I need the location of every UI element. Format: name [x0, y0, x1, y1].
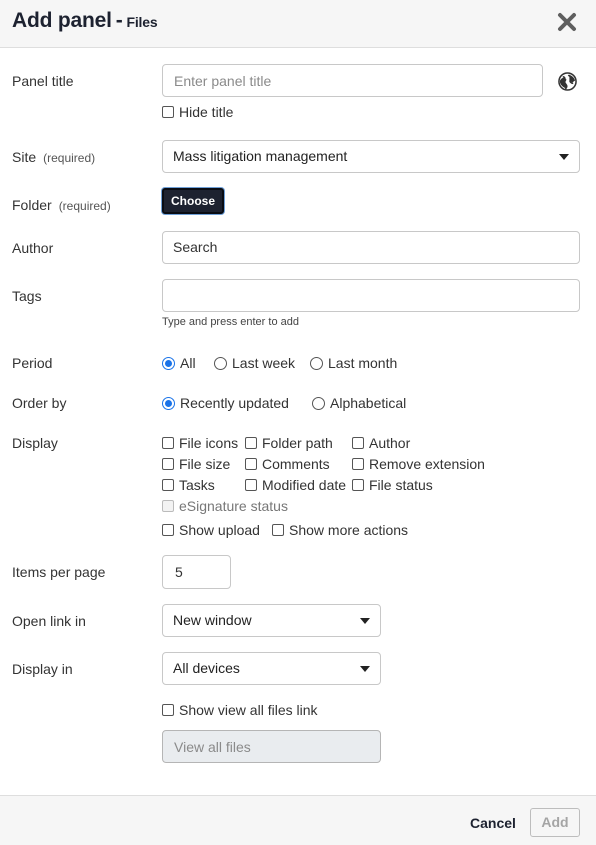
- open-link-in-value: New window: [173, 612, 252, 628]
- dialog-subtitle: Files: [126, 14, 158, 30]
- add-button[interactable]: Add: [530, 808, 580, 837]
- panel-title-label: Panel title: [12, 73, 74, 89]
- display-option-label: File size: [179, 456, 231, 472]
- hide-title-label: Hide title: [179, 104, 234, 120]
- display-esignature-status-checkbox: eSignature status: [162, 498, 288, 514]
- show-view-all-files-label: Show view all files link: [179, 702, 318, 718]
- order-recently-updated-radio[interactable]: Recently updated: [162, 395, 289, 411]
- title-separator: -: [115, 9, 123, 32]
- panel-title-input[interactable]: [162, 64, 543, 97]
- radio-dot[interactable]: [162, 396, 175, 410]
- display-tasks-checkbox[interactable]: Tasks: [162, 477, 215, 493]
- dialog-title: Add panel - Files: [12, 9, 158, 33]
- checkbox-box[interactable]: [162, 106, 174, 118]
- order-alphabetical-radio[interactable]: Alphabetical: [312, 395, 406, 411]
- checkbox-box[interactable]: [245, 437, 257, 449]
- checkbox-box[interactable]: [162, 437, 174, 449]
- display-author-checkbox[interactable]: Author: [352, 435, 410, 451]
- open-link-in-select[interactable]: New window: [162, 604, 381, 637]
- chevron-down-icon: [360, 666, 370, 672]
- display-file-icons-checkbox[interactable]: File icons: [162, 435, 238, 451]
- checkbox-box[interactable]: [352, 458, 364, 470]
- period-all-radio[interactable]: All: [162, 355, 196, 371]
- tags-hint: Type and press enter to add: [162, 316, 299, 328]
- chevron-down-icon: [360, 618, 370, 624]
- hide-title-checkbox[interactable]: Hide title: [162, 104, 233, 120]
- display-option-label: Tasks: [179, 477, 215, 493]
- display-option-label: Author: [369, 435, 411, 451]
- display-comments-checkbox[interactable]: Comments: [245, 456, 330, 472]
- display-option-label: Remove extension: [369, 456, 485, 472]
- checkbox-box[interactable]: [162, 704, 174, 716]
- radio-dot[interactable]: [312, 396, 325, 410]
- show-view-all-files-checkbox[interactable]: Show view all files link: [162, 702, 318, 718]
- period-all-label: All: [180, 355, 196, 371]
- checkbox-box[interactable]: [352, 437, 364, 449]
- checkbox-box[interactable]: [245, 479, 257, 491]
- dialog-title-main: Add panel: [12, 9, 112, 32]
- display-show-upload-checkbox[interactable]: Show upload: [162, 522, 260, 538]
- order-recently-updated-label: Recently updated: [180, 395, 289, 411]
- display-modified-date-checkbox[interactable]: Modified date: [245, 477, 346, 493]
- checkbox-box[interactable]: [245, 458, 257, 470]
- radio-dot[interactable]: [310, 356, 323, 370]
- checkbox-box[interactable]: [162, 524, 174, 536]
- display-in-select[interactable]: All devices: [162, 652, 381, 685]
- period-last-week-radio[interactable]: Last week: [214, 355, 295, 371]
- display-file-status-checkbox[interactable]: File status: [352, 477, 433, 493]
- checkbox-box[interactable]: [162, 458, 174, 470]
- order-by-label: Order by: [12, 395, 67, 411]
- site-select[interactable]: Mass litigation management: [162, 140, 580, 173]
- display-folder-path-checkbox[interactable]: Folder path: [245, 435, 333, 451]
- chevron-down-icon: [559, 154, 569, 160]
- close-icon[interactable]: [556, 11, 578, 33]
- site-label: Site (required): [12, 149, 95, 165]
- site-required-tag: (required): [43, 151, 96, 165]
- checkbox-box[interactable]: [352, 479, 364, 491]
- period-last-month-label: Last month: [328, 355, 398, 371]
- dialog-footer: Cancel Add: [0, 795, 596, 845]
- display-option-label: File status: [369, 477, 433, 493]
- tags-label: Tags: [12, 288, 42, 304]
- choose-folder-button[interactable]: Choose: [162, 188, 225, 214]
- folder-label-text: Folder: [12, 197, 52, 213]
- display-in-label: Display in: [12, 661, 73, 677]
- display-in-value: All devices: [173, 660, 240, 676]
- display-option-label: File icons: [179, 435, 239, 451]
- display-show-more-actions-checkbox[interactable]: Show more actions: [272, 522, 408, 538]
- cancel-button[interactable]: Cancel: [470, 815, 516, 831]
- period-last-month-radio[interactable]: Last month: [310, 355, 397, 371]
- author-search-input[interactable]: Search: [162, 231, 580, 264]
- items-per-page-input[interactable]: [162, 555, 231, 589]
- checkbox-box[interactable]: [162, 479, 174, 491]
- dialog-header: Add panel - Files: [0, 0, 596, 48]
- radio-dot[interactable]: [162, 356, 175, 370]
- display-option-label: Comments: [262, 456, 330, 472]
- open-link-in-label: Open link in: [12, 613, 86, 629]
- view-all-files-text-input: [162, 730, 381, 763]
- period-last-week-label: Last week: [232, 355, 296, 371]
- site-select-value: Mass litigation management: [173, 148, 348, 164]
- display-option-label: Show upload: [179, 522, 260, 538]
- globe-icon[interactable]: [558, 72, 577, 91]
- site-label-text: Site: [12, 149, 37, 165]
- display-option-label: Modified date: [262, 477, 347, 493]
- display-file-size-checkbox[interactable]: File size: [162, 456, 230, 472]
- radio-dot[interactable]: [214, 356, 227, 370]
- checkbox-box[interactable]: [272, 524, 284, 536]
- author-label: Author: [12, 240, 54, 256]
- order-alphabetical-label: Alphabetical: [330, 395, 407, 411]
- period-label: Period: [12, 355, 53, 371]
- display-remove-extension-checkbox[interactable]: Remove extension: [352, 456, 485, 472]
- folder-required-tag: (required): [58, 199, 111, 213]
- display-option-label: Show more actions: [289, 522, 409, 538]
- display-label: Display: [12, 435, 58, 451]
- items-per-page-label: Items per page: [12, 564, 106, 580]
- tags-input[interactable]: [162, 279, 580, 312]
- author-search-text: Search: [173, 239, 218, 255]
- folder-label: Folder (required): [12, 197, 111, 213]
- display-option-label: Folder path: [262, 435, 333, 451]
- display-option-label: eSignature status: [179, 498, 288, 514]
- checkbox-box: [162, 500, 174, 512]
